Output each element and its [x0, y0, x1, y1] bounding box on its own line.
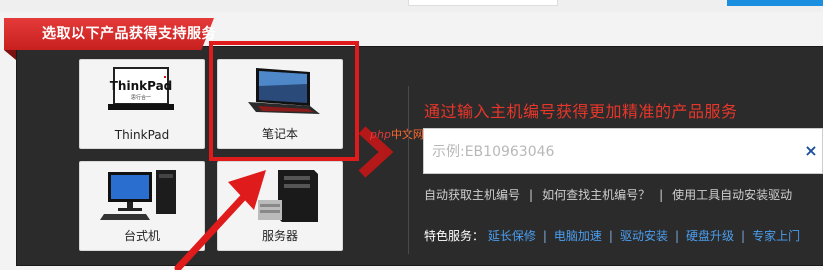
link-driver-tool[interactable]: 使用工具自动安装驱动: [672, 188, 792, 202]
thinkpad-logo-text: ThinkPad: [110, 79, 173, 93]
separator: |: [741, 229, 746, 243]
watermark-prefix: php: [370, 128, 391, 141]
link-driver-install[interactable]: 驱动安装: [620, 229, 668, 243]
serial-search-box: ×: [423, 128, 823, 174]
link-disk-upgrade[interactable]: 硬盘升级: [686, 229, 734, 243]
ribbon-fold: [4, 50, 16, 60]
thinkpad-tagline: 思行合一: [131, 94, 151, 101]
search-headline: 通过输入主机编号获得更加精准的产品服务: [424, 102, 738, 121]
separator: |: [529, 188, 534, 202]
clear-icon[interactable]: ×: [802, 141, 820, 161]
thinkpad-laptop-icon: ThinkPad 思行合一: [108, 67, 174, 110]
pointer-arrow-icon: [174, 170, 266, 270]
link-pc-speedup[interactable]: 电脑加速: [554, 229, 602, 243]
featured-label: 特色服务：: [424, 229, 485, 243]
separator: |: [608, 229, 613, 243]
top-blue-button[interactable]: [727, 0, 823, 6]
help-links: 自动获取主机编号 | 如何查找主机编号？ | 使用工具自动安装驱动: [424, 186, 792, 203]
highlight-box: [209, 41, 359, 161]
featured-services: 特色服务： 延长保修 | 电脑加速 | 驱动安装 | 硬盘升级 | 专家上门: [424, 227, 800, 244]
product-label-thinkpad: ThinkPad: [114, 128, 170, 142]
link-onsite-expert[interactable]: 专家上门: [752, 229, 800, 243]
link-extended-warranty[interactable]: 延长保修: [488, 229, 536, 243]
serial-number-input[interactable]: [430, 139, 804, 165]
watermark: php中文网: [370, 126, 424, 142]
product-tile-thinkpad[interactable]: ThinkPad 思行合一 ThinkPad: [79, 59, 205, 149]
separator: |: [659, 188, 664, 202]
link-auto-get-serial[interactable]: 自动获取主机编号: [424, 188, 520, 202]
top-tab: [408, 0, 558, 6]
link-how-to-find-serial[interactable]: 如何查找主机编号？: [542, 188, 650, 202]
separator: |: [542, 229, 547, 243]
separator: |: [674, 229, 680, 243]
divider: [408, 86, 409, 254]
panel-title: 选取以下产品获得支持服务: [42, 26, 216, 42]
top-strip: [0, 0, 823, 12]
